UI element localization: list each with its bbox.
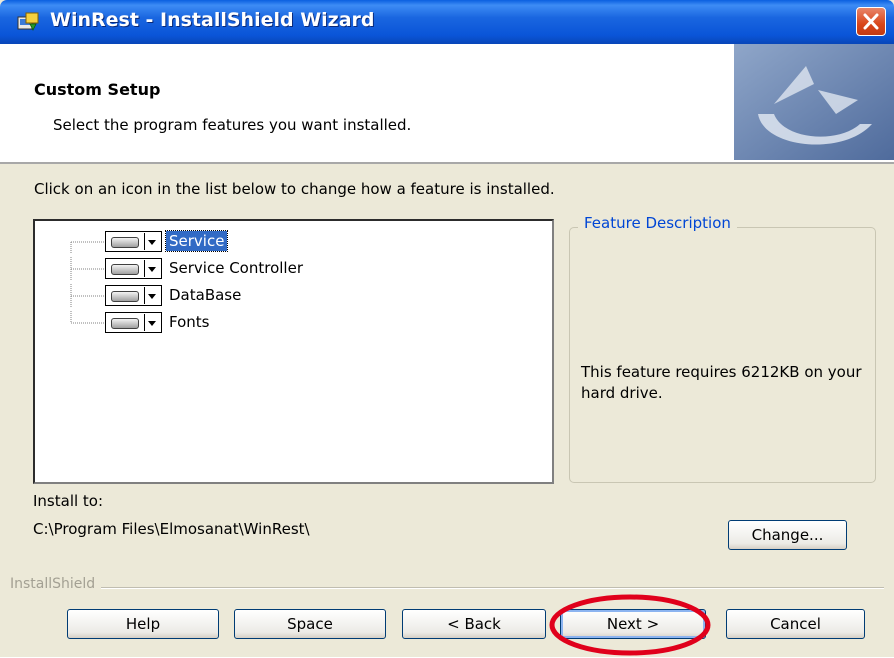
instructions-text: Click on an icon in the list below to ch… [34, 180, 555, 198]
installer-app-icon [17, 12, 39, 31]
close-button[interactable] [856, 7, 886, 36]
install-to-label: Install to: [33, 492, 104, 510]
feature-tree[interactable]: Service Service Controller DataBase Font… [33, 219, 554, 484]
page-title: Custom Setup [34, 80, 161, 99]
divider [10, 587, 884, 589]
feature-label[interactable]: Service Controller [166, 258, 306, 278]
chevron-down-icon [148, 240, 156, 245]
feature-description-text: This feature requires 6212KB on your har… [581, 363, 862, 402]
hard-drive-icon [111, 291, 139, 302]
window-title: WinRest - InstallShield Wizard [50, 9, 375, 31]
feature-item-service-controller[interactable]: Service Controller [35, 257, 535, 281]
back-button[interactable]: < Back [402, 609, 546, 639]
feature-label[interactable]: Fonts [166, 312, 212, 332]
tree-connector [70, 284, 105, 308]
feature-label[interactable]: Service [164, 230, 229, 252]
installer-window: WinRest - InstallShield Wizard Custom Se… [0, 0, 894, 657]
title-bar[interactable]: WinRest - InstallShield Wizard [0, 0, 894, 44]
hard-drive-icon [111, 318, 139, 329]
installshield-logo-icon [734, 44, 894, 160]
hard-drive-icon [111, 264, 139, 275]
feature-item-service[interactable]: Service [35, 230, 535, 254]
feature-install-state-button[interactable] [105, 231, 162, 252]
feature-install-state-button[interactable] [105, 285, 162, 306]
hard-drive-icon [111, 237, 139, 248]
feature-item-database[interactable]: DataBase [35, 284, 535, 308]
feature-label[interactable]: DataBase [166, 285, 244, 305]
chevron-down-icon [148, 321, 156, 326]
installshield-brand-label: InstallShield [10, 576, 102, 592]
help-button[interactable]: Help [67, 609, 219, 639]
next-button[interactable]: Next > [560, 609, 706, 639]
feature-item-fonts[interactable]: Fonts [35, 311, 535, 335]
chevron-down-icon [148, 267, 156, 272]
feature-description-group [569, 227, 876, 483]
cancel-button[interactable]: Cancel [726, 609, 865, 639]
tree-connector [70, 241, 105, 254]
space-button[interactable]: Space [234, 609, 386, 639]
header-panel: Custom Setup Select the program features… [0, 44, 894, 164]
install-path: C:\Program Files\Elmosanat\WinRest\ [33, 520, 310, 538]
tree-connector [70, 257, 105, 281]
change-button[interactable]: Change... [728, 520, 847, 550]
chevron-down-icon [148, 294, 156, 299]
close-icon [863, 13, 879, 30]
tree-connector [70, 311, 105, 324]
feature-install-state-button[interactable] [105, 258, 162, 279]
feature-install-state-button[interactable] [105, 312, 162, 333]
page-subtitle: Select the program features you want ins… [53, 116, 412, 134]
feature-description-legend: Feature Description [578, 214, 737, 232]
